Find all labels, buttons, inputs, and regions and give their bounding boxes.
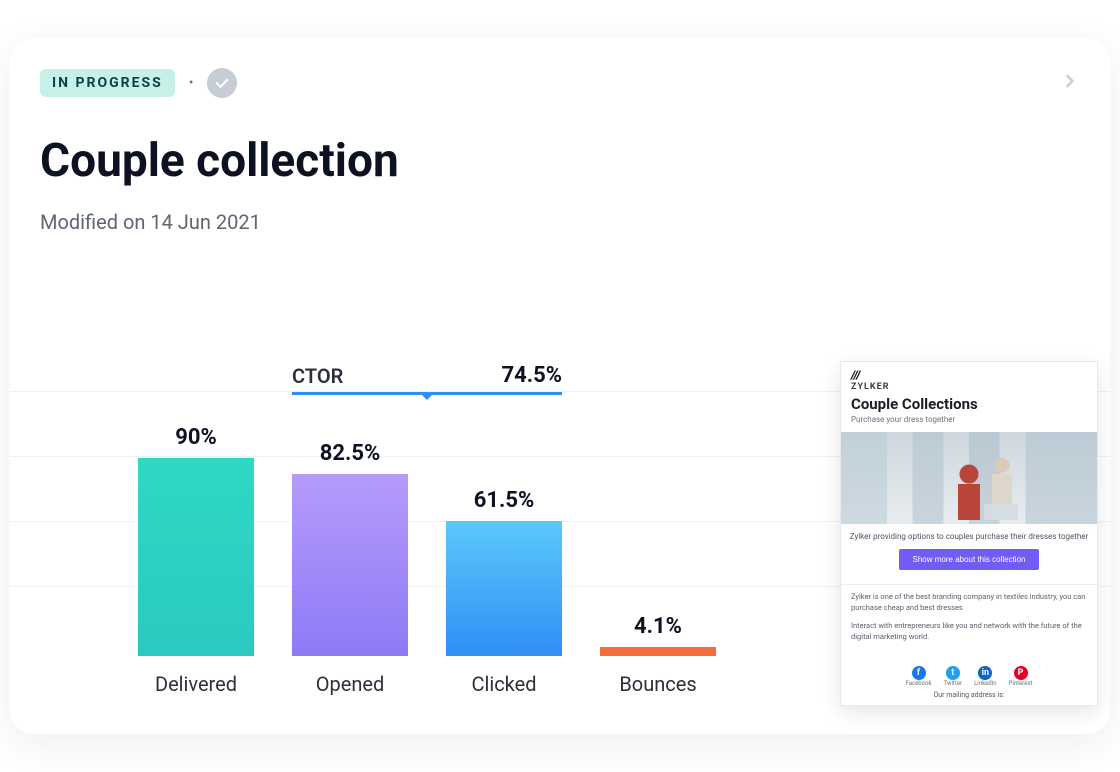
chart: CTOR 74.5% 90% 82.5% 61.5% 4.1% Del [10, 391, 1110, 706]
preview-body2: Interact with entrepreneurs like you and… [841, 614, 1097, 643]
chart-bars: 90% 82.5% 61.5% 4.1% [138, 396, 716, 656]
campaign-title: Couple collection [40, 134, 1110, 188]
ctor-value: 74.5% [501, 363, 562, 388]
preview-logo: /// [851, 368, 1087, 382]
social-pinterest[interactable]: PPinterest [1009, 666, 1033, 687]
bar-value: 61.5% [474, 488, 535, 513]
preview-heading: Couple Collections [851, 395, 1087, 413]
preview-brand: ZYLKER [851, 382, 1087, 392]
bar-bounces: 4.1% [600, 614, 716, 656]
category-label: Clicked [446, 672, 562, 696]
bar-value: 90% [175, 425, 217, 450]
bar-opened: 82.5% [292, 441, 408, 656]
preview-subheading: Purchase your dress together [851, 415, 1087, 424]
preview-hero-image [841, 432, 1097, 524]
preview-line1: Zylker providing options to couples purc… [841, 532, 1097, 541]
modified-date: Modified on 14 Jun 2021 [40, 210, 1110, 234]
facebook-icon: f [912, 666, 926, 680]
bar-clicked: 61.5% [446, 488, 562, 656]
ctor-annotation: CTOR 74.5% [292, 363, 562, 395]
ctor-label: CTOR [292, 364, 343, 388]
preview-body1: Zylker is one of the best branding compa… [841, 585, 1097, 614]
preview-social-row: fFacebook tTwitter inLinkedIn PPinterest [841, 658, 1097, 687]
category-label: Opened [292, 672, 408, 696]
email-preview[interactable]: /// ZYLKER Couple Collections Purchase y… [840, 361, 1098, 706]
category-label: Delivered [138, 672, 254, 696]
bar-rect [292, 474, 408, 656]
bar-rect [446, 521, 562, 656]
social-facebook[interactable]: fFacebook [905, 666, 931, 687]
separator-dot: • [189, 75, 194, 91]
status-badge: IN PROGRESS [40, 69, 175, 97]
chart-labels: Delivered Opened Clicked Bounces [138, 672, 716, 696]
linkedin-icon: in [978, 666, 992, 680]
preview-cta-button[interactable]: Show more about this collection [899, 549, 1040, 570]
twitter-icon: t [946, 666, 960, 680]
bar-rect [600, 647, 716, 656]
pinterest-icon: P [1014, 666, 1028, 680]
chevron-right-icon[interactable] [1060, 68, 1080, 98]
logo-icon: /// [851, 368, 860, 382]
bar-rect [138, 458, 254, 656]
verified-icon [207, 68, 237, 98]
bar-delivered: 90% [138, 425, 254, 656]
category-label: Bounces [600, 672, 716, 696]
card-header: IN PROGRESS • [40, 68, 1110, 98]
campaign-card: IN PROGRESS • Couple collection Modified… [10, 38, 1110, 734]
bar-value: 82.5% [320, 441, 381, 466]
preview-footer: Our mailing address is: [841, 687, 1097, 705]
bar-value: 4.1% [634, 614, 682, 639]
social-linkedin[interactable]: inLinkedIn [974, 666, 997, 687]
social-twitter[interactable]: tTwitter [944, 666, 963, 687]
